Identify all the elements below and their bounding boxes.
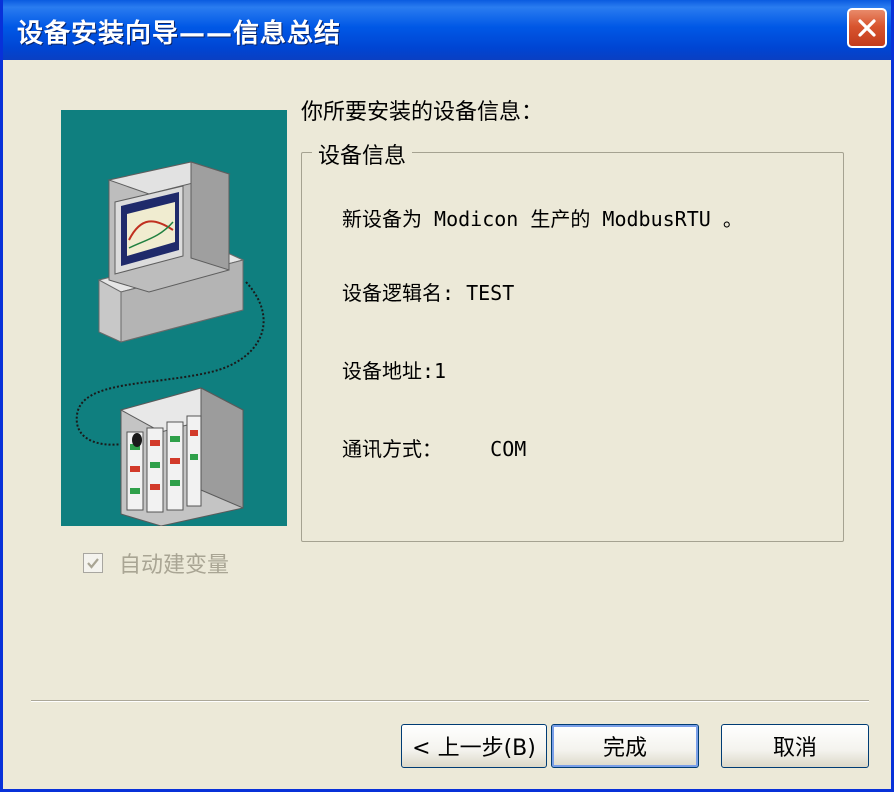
device-info-group-title: 设备信息 bbox=[312, 138, 413, 170]
communication-method-line: 通讯方式： COM bbox=[342, 437, 527, 461]
window-title: 设备安装向导——信息总结 bbox=[17, 19, 342, 49]
finish-button[interactable]: 完成 bbox=[551, 724, 699, 768]
auto-create-checkbox[interactable] bbox=[83, 553, 103, 573]
checkmark-icon bbox=[87, 558, 99, 569]
dialog-body: 自动建变量 你所要安装的设备信息： 设备信息 新设备为 Modicon 生产的 … bbox=[3, 60, 891, 789]
close-button[interactable] bbox=[847, 8, 887, 48]
device-address-line: 设备地址:1 bbox=[342, 359, 447, 383]
back-button[interactable]: < 上一步(B) bbox=[401, 724, 547, 768]
close-icon bbox=[858, 19, 876, 37]
auto-create-label: 自动建变量 bbox=[119, 553, 230, 578]
summary-heading: 你所要安装的设备信息： bbox=[301, 100, 544, 125]
device-manufacturer-line: 新设备为 Modicon 生产的 ModbusRTU 。 bbox=[342, 207, 743, 231]
footer-separator bbox=[31, 700, 869, 702]
device-info-group: 设备信息 新设备为 Modicon 生产的 ModbusRTU 。 设备逻辑名:… bbox=[301, 138, 844, 542]
wizard-window: 设备安装向导——信息总结 自动建变量 你所要安装的设备信息： 设备信息 新设备为… bbox=[0, 0, 894, 792]
computer-plc-icon bbox=[75, 161, 265, 526]
auto-create-variables-option[interactable]: 自动建变量 bbox=[83, 550, 230, 578]
title-bar[interactable]: 设备安装向导——信息总结 bbox=[3, 0, 891, 60]
cancel-button[interactable]: 取消 bbox=[721, 724, 869, 768]
computer-device-illustration bbox=[61, 110, 287, 526]
device-logical-name-line: 设备逻辑名: TEST bbox=[342, 281, 515, 305]
